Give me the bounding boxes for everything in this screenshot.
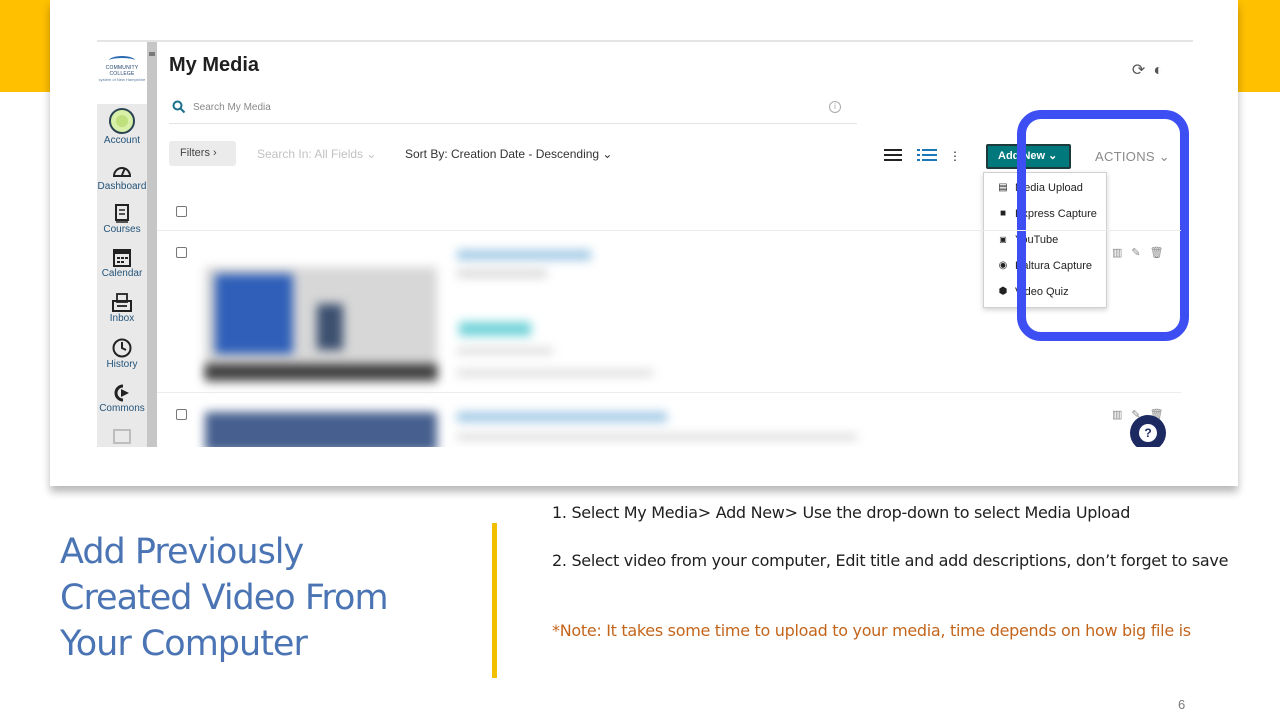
nav-item-account[interactable]: Account — [97, 108, 147, 146]
search-placeholder: Search My Media — [193, 102, 271, 113]
contrast-icon[interactable]: ◐ — [1153, 62, 1163, 79]
row-checkbox[interactable] — [176, 247, 187, 258]
folder-icon — [113, 429, 131, 444]
media-meta — [457, 270, 547, 277]
logo-line-1: COMMUNITY COLLEGE — [105, 65, 139, 77]
status-badge — [459, 322, 531, 336]
nav-scrollbar[interactable] — [147, 42, 157, 447]
courses-icon — [115, 204, 129, 223]
thumbnail-shape — [317, 304, 343, 350]
my-media-panel: My Media ⟳ ◐ Search My Media i Filters › … — [157, 42, 1193, 447]
media-title — [457, 412, 667, 422]
global-nav: COMMUNITY COLLEGE system of New Hampshir… — [97, 42, 147, 447]
youtube-icon: ▣ — [999, 235, 1007, 244]
question-icon: ? — [1139, 424, 1157, 442]
step-2: 2. Select video from your computer, Edit… — [552, 551, 1229, 570]
record-icon: ◉ — [998, 260, 1008, 271]
nav-item-history[interactable]: History — [97, 338, 147, 370]
nav-item-calendar[interactable]: Calendar — [97, 248, 147, 279]
history-icon — [112, 338, 132, 358]
logo-line-2: system of New Hampshire — [98, 77, 146, 82]
row-divider — [157, 392, 1181, 393]
nav-label: Dashboard — [97, 181, 147, 192]
nav-label: Commons — [99, 403, 145, 414]
list-view-icon[interactable] — [884, 149, 902, 164]
row-divider — [157, 230, 1181, 231]
dashboard-icon — [112, 167, 132, 177]
film-icon: ▤ — [998, 182, 1008, 193]
media-thumbnail — [205, 412, 437, 447]
top-icons: ⟳ ◐ — [1124, 60, 1163, 80]
search-in-dropdown[interactable]: Search In: All Fields ⌄ — [257, 147, 376, 161]
edit-icon[interactable]: ✎ — [1131, 247, 1140, 259]
nav-label: Inbox — [109, 313, 135, 324]
commons-icon — [114, 384, 129, 402]
nav-item-more[interactable] — [97, 428, 147, 444]
media-title — [457, 250, 591, 260]
highlight-annotation — [1017, 110, 1189, 341]
analytics-icon[interactable]: ▥ — [1112, 409, 1122, 421]
app-screenshot: COMMUNITY COLLEGE system of New Hampshir… — [97, 40, 1193, 447]
page-title: My Media — [169, 54, 260, 76]
thumbnail-shape — [215, 274, 293, 354]
sort-by-label: Sort By: Creation Date - Descending — [405, 147, 600, 161]
nav-item-courses[interactable]: Courses — [97, 204, 147, 235]
media-meta — [457, 370, 653, 376]
media-meta — [457, 434, 857, 440]
camera-icon: ■ — [999, 208, 1007, 219]
nav-label: History — [106, 359, 138, 370]
row-checkbox[interactable] — [176, 409, 187, 420]
inbox-icon — [112, 293, 132, 312]
divider-bar — [492, 523, 497, 678]
row-actions: ▥ ✎ 🗑 — [1112, 246, 1173, 259]
page-number: 6 — [1178, 697, 1186, 712]
filters-label: Filters — [180, 147, 210, 159]
detailed-view-icon[interactable] — [917, 148, 937, 163]
nav-label: Account — [103, 135, 141, 146]
search-in-label: Search In: All Fields — [257, 147, 364, 161]
step-1: 1. Select My Media> Add New> Use the dro… — [552, 503, 1131, 522]
cube-icon: ⬢ — [998, 286, 1008, 297]
search-icon — [172, 100, 186, 114]
slide-title: Add Previously Created Video From Your C… — [60, 532, 389, 664]
media-meta — [457, 348, 553, 354]
sort-by-dropdown[interactable]: Sort By: Creation Date - Descending ⌄ — [405, 147, 612, 161]
delete-icon[interactable]: 🗑 — [1150, 247, 1164, 259]
nav-label: Calendar — [101, 268, 143, 279]
nav-item-inbox[interactable]: Inbox — [97, 293, 147, 324]
nav-label: Courses — [103, 224, 141, 235]
analytics-icon[interactable]: ▥ — [1112, 247, 1122, 259]
info-icon[interactable]: i — [829, 101, 841, 113]
search-input[interactable]: Search My Media i — [169, 98, 857, 124]
upload-note: *Note: It takes some time to upload to y… — [552, 621, 1191, 640]
grid-view-icon[interactable]: ⋮ — [949, 149, 961, 163]
nav-item-commons[interactable]: Commons — [97, 384, 147, 414]
refresh-icon[interactable]: ⟳ — [1132, 62, 1145, 79]
thumbnail-shape — [205, 364, 437, 380]
help-button[interactable]: ? — [1130, 415, 1166, 447]
filters-button[interactable]: Filters › — [169, 141, 236, 166]
college-logo: COMMUNITY COLLEGE system of New Hampshir… — [97, 56, 147, 82]
select-all-checkbox[interactable] — [176, 206, 187, 217]
avatar-icon — [109, 108, 135, 134]
nav-item-dashboard[interactable]: Dashboard — [97, 162, 147, 192]
calendar-icon — [113, 249, 131, 267]
